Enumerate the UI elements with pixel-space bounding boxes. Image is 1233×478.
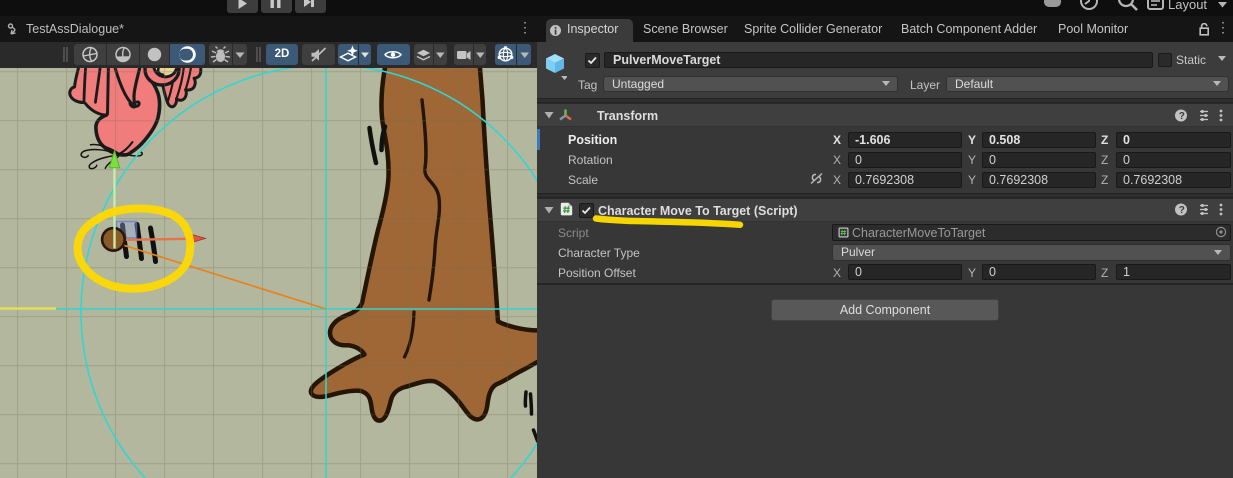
svg-text:Layout: Layout xyxy=(1168,0,1207,12)
svg-text:?: ? xyxy=(1179,205,1185,216)
svg-text:?: ? xyxy=(1179,111,1185,122)
